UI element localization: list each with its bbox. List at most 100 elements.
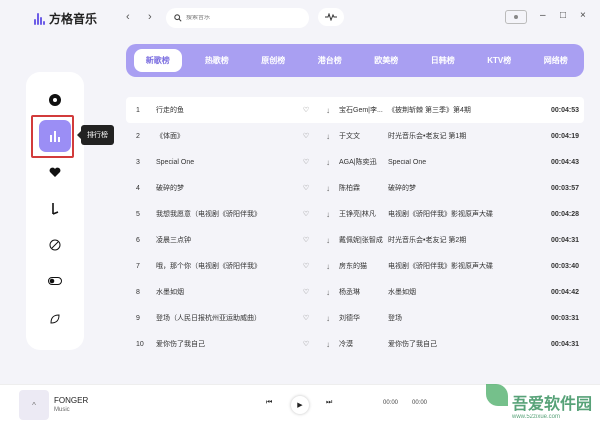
table-row[interactable]: 7 哦，那个你（电视剧《骄阳伴我》 ♡ ↓ 房东的猫 电视剧《骄阳伴我》影视原声大碟 00:…: [126, 253, 584, 279]
like-icon[interactable]: ♡: [295, 158, 317, 166]
forward-button[interactable]: ›: [148, 11, 152, 23]
song-album[interactable]: 爱你伤了我自己: [386, 339, 523, 349]
download-icon[interactable]: ↓: [317, 262, 339, 271]
download-icon[interactable]: ↓: [317, 340, 339, 349]
like-icon[interactable]: ♡: [295, 132, 317, 140]
song-artist[interactable]: 戴佩妮|张智成: [339, 235, 386, 245]
table-row[interactable]: 9 登场（人民日报杭州亚运助威曲） ♡ ↓ 刘德华 登场 00:03:31: [126, 305, 584, 331]
song-title[interactable]: 哦，那个你（电视剧《骄阳伴我》: [156, 261, 295, 271]
download-icon[interactable]: ↓: [317, 184, 339, 193]
song-artist[interactable]: 刘德华: [339, 313, 386, 323]
download-icon[interactable]: ↓: [317, 288, 339, 297]
sidebar-item-settings[interactable]: [39, 265, 71, 297]
table-row[interactable]: 6 凌晨三点钟 ♡ ↓ 戴佩妮|张智成 时光音乐会•老友记 第2期 00:04:31: [126, 227, 584, 253]
song-title[interactable]: 行走的鱼: [156, 105, 295, 115]
song-artist[interactable]: 宝石Gem|李...: [339, 105, 386, 115]
like-icon[interactable]: ♡: [295, 262, 317, 270]
like-icon[interactable]: ♡: [295, 106, 317, 114]
table-row[interactable]: 10 爱你伤了我自己 ♡ ↓ 冷漠 爱你伤了我自己 00:04:31: [126, 331, 584, 357]
download-icon[interactable]: ↓: [317, 106, 339, 115]
tab-7[interactable]: 网络榜: [527, 49, 583, 72]
song-title[interactable]: 破碎的梦: [156, 183, 295, 193]
song-album[interactable]: 时光音乐会•老友记 第1期: [386, 131, 523, 141]
download-icon[interactable]: ↓: [317, 236, 339, 245]
download-icon[interactable]: ↓: [317, 132, 339, 141]
prev-button[interactable]: ⏮: [266, 399, 272, 407]
table-row[interactable]: 8 水墨如烟 ♡ ↓ 杨丞琳 水墨如烟 00:04:42: [126, 279, 584, 305]
tab-1[interactable]: 热歌榜: [189, 49, 245, 72]
song-duration: 00:04:31: [550, 236, 579, 244]
song-album[interactable]: 电视剧《骄阳伴我》影视原声大碟: [386, 209, 523, 219]
tab-3[interactable]: 港台榜: [302, 49, 358, 72]
search-box[interactable]: [166, 8, 309, 28]
song-title[interactable]: 凌晨三点钟: [156, 235, 295, 245]
song-artist[interactable]: 房东的猫: [339, 261, 386, 271]
tab-5[interactable]: 日韩榜: [415, 49, 471, 72]
song-title[interactable]: 登场（人民日报杭州亚运助威曲）: [156, 313, 295, 323]
song-album[interactable]: 登场: [386, 313, 523, 323]
next-button[interactable]: ⏭: [326, 399, 332, 407]
song-title[interactable]: Special One: [156, 159, 295, 166]
song-title[interactable]: 《体面》: [156, 131, 295, 141]
like-icon[interactable]: ♡: [295, 236, 317, 244]
song-album[interactable]: 电视剧《骄阳伴我》影视原声大碟: [386, 261, 523, 271]
song-number: 5: [136, 210, 140, 218]
song-artist[interactable]: AGA|陈奕迅: [339, 157, 386, 167]
skin-button[interactable]: [505, 10, 527, 24]
song-artist[interactable]: 陈柏霖: [339, 183, 386, 193]
song-artist[interactable]: 冷漠: [339, 339, 386, 349]
song-artist[interactable]: 杨丞琳: [339, 287, 386, 297]
sidebar-tooltip: 排行榜: [77, 125, 114, 145]
maximize-button[interactable]: □: [560, 10, 566, 21]
toggle-icon: [48, 277, 62, 285]
like-icon[interactable]: ♡: [295, 340, 317, 348]
table-row[interactable]: 2 《体面》 ♡ ↓ 于文文 时光音乐会•老友记 第1期 00:04:19: [126, 123, 584, 149]
like-icon[interactable]: ♡: [295, 314, 317, 322]
watermark-logo-icon: [486, 384, 508, 406]
like-icon[interactable]: ♡: [295, 288, 317, 296]
song-title[interactable]: 水墨如烟: [156, 287, 295, 297]
song-album[interactable]: 《披荆斩棘 第三季》第4期: [386, 105, 523, 115]
play-icon: ▶: [297, 402, 303, 409]
play-button[interactable]: ▶: [291, 396, 309, 414]
voice-search-button[interactable]: [318, 8, 344, 26]
tab-6[interactable]: KTV榜: [471, 49, 527, 72]
song-album[interactable]: 水墨如烟: [386, 287, 523, 297]
song-title[interactable]: 我想我愿意（电视剧《骄阳伴我》: [156, 209, 295, 219]
song-number: 8: [136, 288, 140, 296]
song-album[interactable]: Special One: [386, 159, 523, 166]
table-row[interactable]: 4 破碎的梦 ♡ ↓ 陈柏霖 破碎的梦 00:03:57: [126, 175, 584, 201]
like-icon[interactable]: ♡: [295, 184, 317, 192]
sidebar-item-local[interactable]: [39, 193, 71, 225]
song-duration: 00:04:42: [550, 288, 579, 296]
table-row[interactable]: 1 行走的鱼 ♡ ↓ 宝石Gem|李... 《披荆斩棘 第三季》第4期 00:04:53: [126, 97, 584, 123]
sidebar-item-discover[interactable]: [39, 84, 71, 116]
back-button[interactable]: ‹: [126, 11, 130, 23]
song-album[interactable]: 时光音乐会•老友记 第2期: [386, 235, 523, 245]
song-number: 6: [136, 236, 140, 244]
sidebar-item-favorites[interactable]: [39, 156, 71, 188]
download-icon[interactable]: ↓: [317, 158, 339, 167]
tab-2[interactable]: 原创榜: [245, 49, 301, 72]
like-icon[interactable]: ♡: [295, 210, 317, 218]
song-title[interactable]: 爱你伤了我自己: [156, 339, 295, 349]
watermark: 吾爱软件园 www.52zixue.com: [478, 376, 600, 424]
album-cover[interactable]: ^: [19, 390, 49, 420]
song-artist[interactable]: 于文文: [339, 131, 386, 141]
tab-4[interactable]: 欧美榜: [358, 49, 414, 72]
app-logo: 方格音乐: [34, 10, 97, 27]
sidebar-item-podcast[interactable]: [39, 229, 71, 261]
song-artist[interactable]: 王铮亮|林凡: [339, 209, 386, 219]
download-icon[interactable]: ↓: [317, 314, 339, 323]
download-icon[interactable]: ↓: [317, 210, 339, 219]
sidebar-item-theme[interactable]: [39, 303, 71, 335]
song-album[interactable]: 破碎的梦: [386, 183, 523, 193]
sun-icon: [514, 15, 518, 19]
table-row[interactable]: 5 我想我愿意（电视剧《骄阳伴我》 ♡ ↓ 王铮亮|林凡 电视剧《骄阳伴我》影视原声大碟 0…: [126, 201, 584, 227]
search-input[interactable]: [186, 15, 296, 21]
close-button[interactable]: ×: [580, 10, 586, 21]
song-duration: 00:03:40: [550, 262, 579, 270]
minimize-button[interactable]: –: [540, 10, 546, 21]
tab-0[interactable]: 新歌榜: [134, 49, 182, 72]
table-row[interactable]: 3 Special One ♡ ↓ AGA|陈奕迅 Special One 00:04:43: [126, 149, 584, 175]
